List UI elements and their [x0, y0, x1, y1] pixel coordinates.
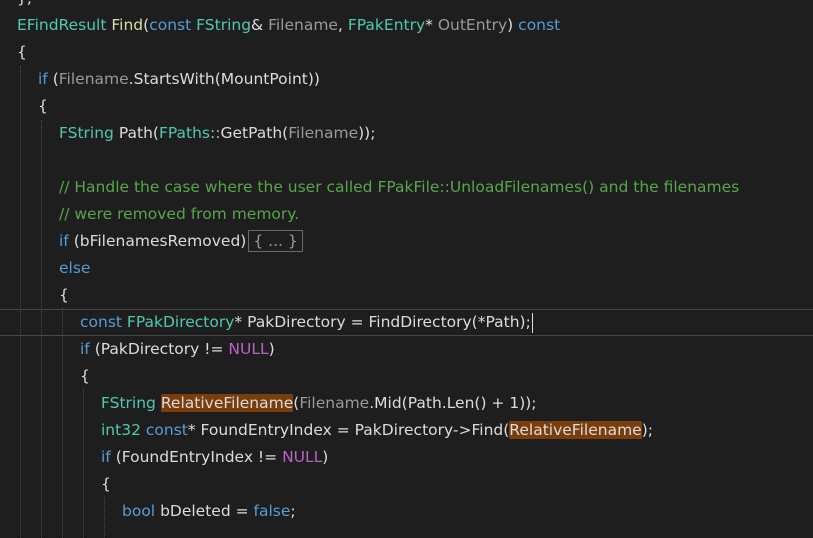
code-line: if (bFilenamesRemoved){ ... }	[0, 228, 813, 255]
parameter-token: Filename	[58, 70, 129, 88]
comment-token: // Handle the case where the user called…	[59, 178, 740, 196]
code-line: };	[0, 0, 813, 12]
keyword-token: const	[145, 421, 188, 439]
brace: {	[80, 367, 90, 385]
brace: {	[101, 475, 111, 493]
keyword-token: const	[518, 16, 561, 34]
brace: {	[17, 43, 27, 61]
code-line: // were removed from memory.	[0, 201, 813, 228]
type-token: FPakDirectory	[126, 313, 235, 331]
code-line: FString RelativeFilename(Filename.Mid(Pa…	[101, 394, 537, 412]
type-token: FString	[59, 124, 114, 142]
type-token: EFindResult	[17, 16, 107, 34]
keyword-token: else	[59, 259, 91, 277]
highlighted-reference[interactable]: RelativeFilename	[160, 394, 294, 412]
parameter-token: Filename	[299, 394, 370, 412]
keyword-token: const	[149, 16, 192, 34]
code-line: {	[0, 93, 813, 120]
parameter-token: Filename	[288, 124, 359, 142]
code-line: EFindResult Find(const FString& Filename…	[17, 16, 561, 34]
code-line: {	[0, 282, 813, 309]
method-token: StartsWith	[133, 70, 215, 88]
brace: {	[59, 286, 69, 304]
type-token: FPakEntry	[347, 16, 426, 34]
keyword-token: bool	[122, 502, 156, 520]
keyword-token: if	[59, 232, 69, 250]
type-token: int32	[101, 421, 141, 439]
code-line: {	[0, 363, 813, 390]
text-cursor	[531, 312, 533, 333]
code-line: // Handle the case where the user called…	[0, 174, 813, 201]
type-token: FString	[196, 16, 252, 34]
code-editor[interactable]: }; EFindResult Find(const FString& Filen…	[0, 0, 813, 538]
code-line-current[interactable]: const FPakDirectory* PakDirectory = Find…	[0, 309, 813, 336]
code-line: if (FoundEntryIndex != NULL)	[101, 448, 329, 466]
code-line: FString Path(FPaths::GetPath(Filename));	[59, 124, 376, 142]
keyword-token: if	[80, 340, 90, 358]
code-line: {	[0, 39, 813, 66]
parameter-token: Filename	[268, 16, 338, 34]
function-name: Find	[111, 16, 144, 34]
keyword-token: if	[101, 448, 111, 466]
code-line: if (PakDirectory != NULL)	[80, 340, 275, 358]
keyword-token: false	[253, 502, 291, 520]
highlighted-reference[interactable]: RelativeFilename	[509, 421, 642, 439]
code-text: };	[17, 0, 32, 12]
keyword-token: const	[80, 313, 122, 331]
method-token: GetPath	[220, 124, 283, 142]
code-line: if (Filename.StartsWith(MountPoint))	[38, 70, 320, 88]
macro-token: NULL	[282, 448, 323, 466]
brace: {	[38, 97, 48, 115]
code-line: int32 const* FoundEntryIndex = PakDirect…	[101, 421, 653, 439]
parameter-token: OutEntry	[437, 16, 508, 34]
comment-token: // were removed from memory.	[59, 205, 300, 223]
code-line: bool bDeleted = false;	[122, 502, 296, 520]
type-token: FPaths	[158, 124, 211, 142]
collapsed-region-button[interactable]: { ... }	[248, 230, 303, 252]
code-line: {	[0, 471, 813, 498]
keyword-token: if	[38, 70, 48, 88]
type-token: FString	[101, 394, 156, 412]
macro-token: NULL	[228, 340, 269, 358]
code-line: else	[0, 255, 813, 282]
